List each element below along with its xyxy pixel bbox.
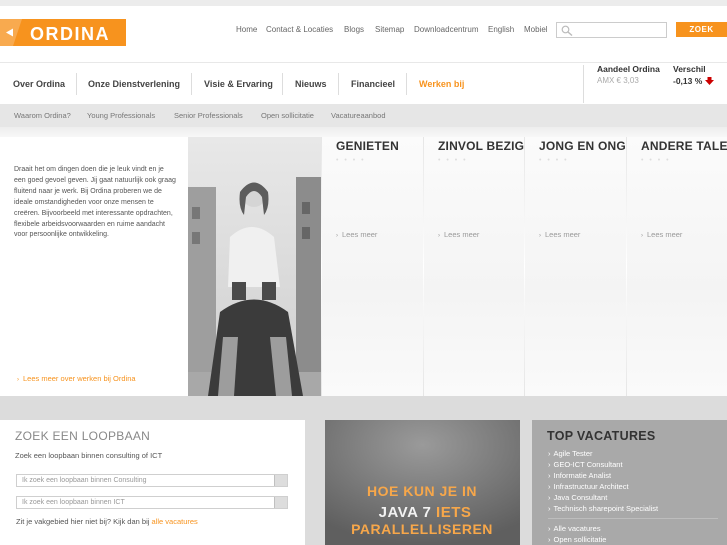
vacature-link[interactable]: › Informatie Analist (548, 471, 611, 480)
svg-text:PARALLELLISEREN: PARALLELLISEREN (351, 521, 493, 537)
career-search-subtitle: Zoek een loopbaan binnen consulting of I… (15, 451, 163, 460)
subnav-young-professionals[interactable]: Young Professionals (87, 111, 155, 120)
vacatures-divider (548, 518, 718, 519)
ict-select-value: Ik zoek een loopbaan binnen ICT (22, 499, 125, 506)
topnav-mobiel[interactable]: Mobiel (524, 25, 548, 34)
subnav-shadow (0, 127, 727, 137)
subnav-waarom-ordina[interactable]: Waarom Ordina? (14, 111, 71, 120)
hero-photo (188, 137, 321, 396)
search-button[interactable]: ZOEK (676, 22, 727, 37)
java-banner[interactable]: HOE KUN JE IN JAVA 7 IETS PARALLELLISERE… (325, 420, 520, 545)
section-gap (0, 396, 727, 420)
top-vacatures-title: TOP VACATURES (547, 429, 656, 443)
nav-over-ordina[interactable]: Over Ordina (13, 79, 65, 89)
tile-link[interactable]: › Lees meer (438, 230, 479, 239)
search-icon (561, 25, 573, 36)
arrow-down-icon (705, 77, 714, 85)
vacature-link[interactable]: › Infrastructuur Architect (548, 482, 629, 491)
topnav-english[interactable]: English (488, 25, 514, 34)
header: ORDINA Home Contact & Locaties Blogs Sit… (0, 6, 727, 62)
intro-text: Draait het om dingen doen die je leuk vi… (14, 166, 176, 239)
consulting-select[interactable]: Ik zoek een loopbaan binnen Consulting (16, 474, 288, 487)
tile-zinvol-bezig[interactable]: ZINVOL BEZIG • • • • › Lees meer (423, 137, 524, 396)
topnav-contact[interactable]: Contact & Locaties (266, 25, 333, 34)
tile-ornament: • • • • (438, 157, 468, 164)
ordina-logo[interactable]: ORDINA (0, 19, 126, 46)
intro-panel: Draait het om dingen doen die je leuk vi… (0, 137, 188, 396)
change-value: -0,13 % (673, 76, 703, 86)
nav-dienstverlening[interactable]: Onze Dienstverlening (88, 79, 180, 89)
nav-divider (76, 73, 77, 95)
topnav-blogs[interactable]: Blogs (344, 25, 364, 34)
tile-ornament: • • • • (336, 157, 366, 164)
nav-nieuws[interactable]: Nieuws (295, 79, 327, 89)
tile-ornament: • • • • (539, 157, 569, 164)
search-input[interactable] (556, 22, 667, 38)
stock-divider (583, 65, 584, 103)
tile-divider (321, 137, 322, 396)
select-button-icon[interactable] (274, 475, 287, 486)
topnav-downloadcentrum[interactable]: Downloadcentrum (414, 25, 478, 34)
all-vacatures-link[interactable]: › Alle vacatures (548, 524, 601, 533)
tile-link[interactable]: › Lees meer (641, 230, 682, 239)
svg-text:HOE KUN JE IN: HOE KUN JE IN (367, 483, 477, 499)
nav-divider (282, 73, 283, 95)
main-nav: Over Ordina Onze Dienstverlening Visie &… (0, 62, 727, 105)
select-button-icon[interactable] (274, 497, 287, 508)
tile-jong-en-ong[interactable]: JONG EN ONG • • • • › Lees meer (524, 137, 626, 396)
sub-nav: Waarom Ordina? Young Professionals Senio… (0, 104, 727, 127)
career-search-title: ZOEK EEN LOOPBAAN (15, 429, 151, 443)
tile-title: ZINVOL BEZIG (438, 139, 524, 153)
stock-sub: AMX € 3,03 (597, 76, 639, 85)
nav-divider (338, 73, 339, 95)
tile-link[interactable]: › Lees meer (336, 230, 377, 239)
vacature-link[interactable]: › GEO-ICT Consultant (548, 460, 623, 469)
career-search-panel: ZOEK EEN LOOPBAAN Zoek een loopbaan binn… (0, 420, 305, 545)
tile-title: GENIETEN (336, 139, 399, 153)
nav-visie-ervaring[interactable]: Visie & Ervaring (204, 79, 273, 89)
topnav-sitemap[interactable]: Sitemap (375, 25, 404, 34)
vacature-link[interactable]: › Agile Tester (548, 449, 593, 458)
stock-label: Aandeel Ordina (597, 64, 660, 74)
subnav-open-sollicitatie[interactable]: Open sollicitatie (261, 111, 314, 120)
tile-divider (423, 137, 424, 396)
vacature-link[interactable]: › Java Consultant (548, 493, 607, 502)
tile-title: ANDERE TALE (641, 139, 727, 153)
subnav-senior-professionals[interactable]: Senior Professionals (174, 111, 243, 120)
all-vacancies-link[interactable]: alle vacatures (152, 517, 198, 526)
consulting-select-value: Ik zoek een loopbaan binnen Consulting (22, 477, 147, 484)
intro-link[interactable]: › Lees meer over werken bij Ordina (17, 374, 136, 383)
subnav-vacatureaanbod[interactable]: Vacatureaanbod (331, 111, 386, 120)
ict-select[interactable]: Ik zoek een loopbaan binnen ICT (16, 496, 288, 509)
vacature-link[interactable]: › Technisch sharepoint Specialist (548, 504, 658, 513)
nav-financieel[interactable]: Financieel (351, 79, 395, 89)
tile-genieten[interactable]: GENIETEN • • • • › Lees meer (321, 137, 423, 396)
tile-divider (626, 137, 627, 396)
career-search-footer: Zit je vakgebied hier niet bij? Kijk dan… (16, 517, 198, 526)
tile-title: JONG EN ONG (539, 139, 626, 153)
svg-text:ORDINA: ORDINA (30, 24, 110, 44)
tile-link[interactable]: › Lees meer (539, 230, 580, 239)
nav-werken-bij[interactable]: Werken bij (419, 79, 464, 89)
svg-text:JAVA 7: JAVA 7 IETS (379, 504, 472, 521)
tile-divider (524, 137, 525, 396)
change-label: Verschil (673, 64, 706, 74)
topnav-home[interactable]: Home (236, 25, 257, 34)
nav-divider (406, 73, 407, 95)
open-sollicitatie-link[interactable]: › Open sollicitatie (548, 535, 606, 544)
top-vacatures-panel: TOP VACATURES › Agile Tester › GEO-ICT Con… (532, 420, 727, 545)
tile-ornament: • • • • (641, 157, 671, 164)
tile-andere-tale[interactable]: ANDERE TALE • • • • › Lees meer (626, 137, 727, 396)
nav-divider (191, 73, 192, 95)
